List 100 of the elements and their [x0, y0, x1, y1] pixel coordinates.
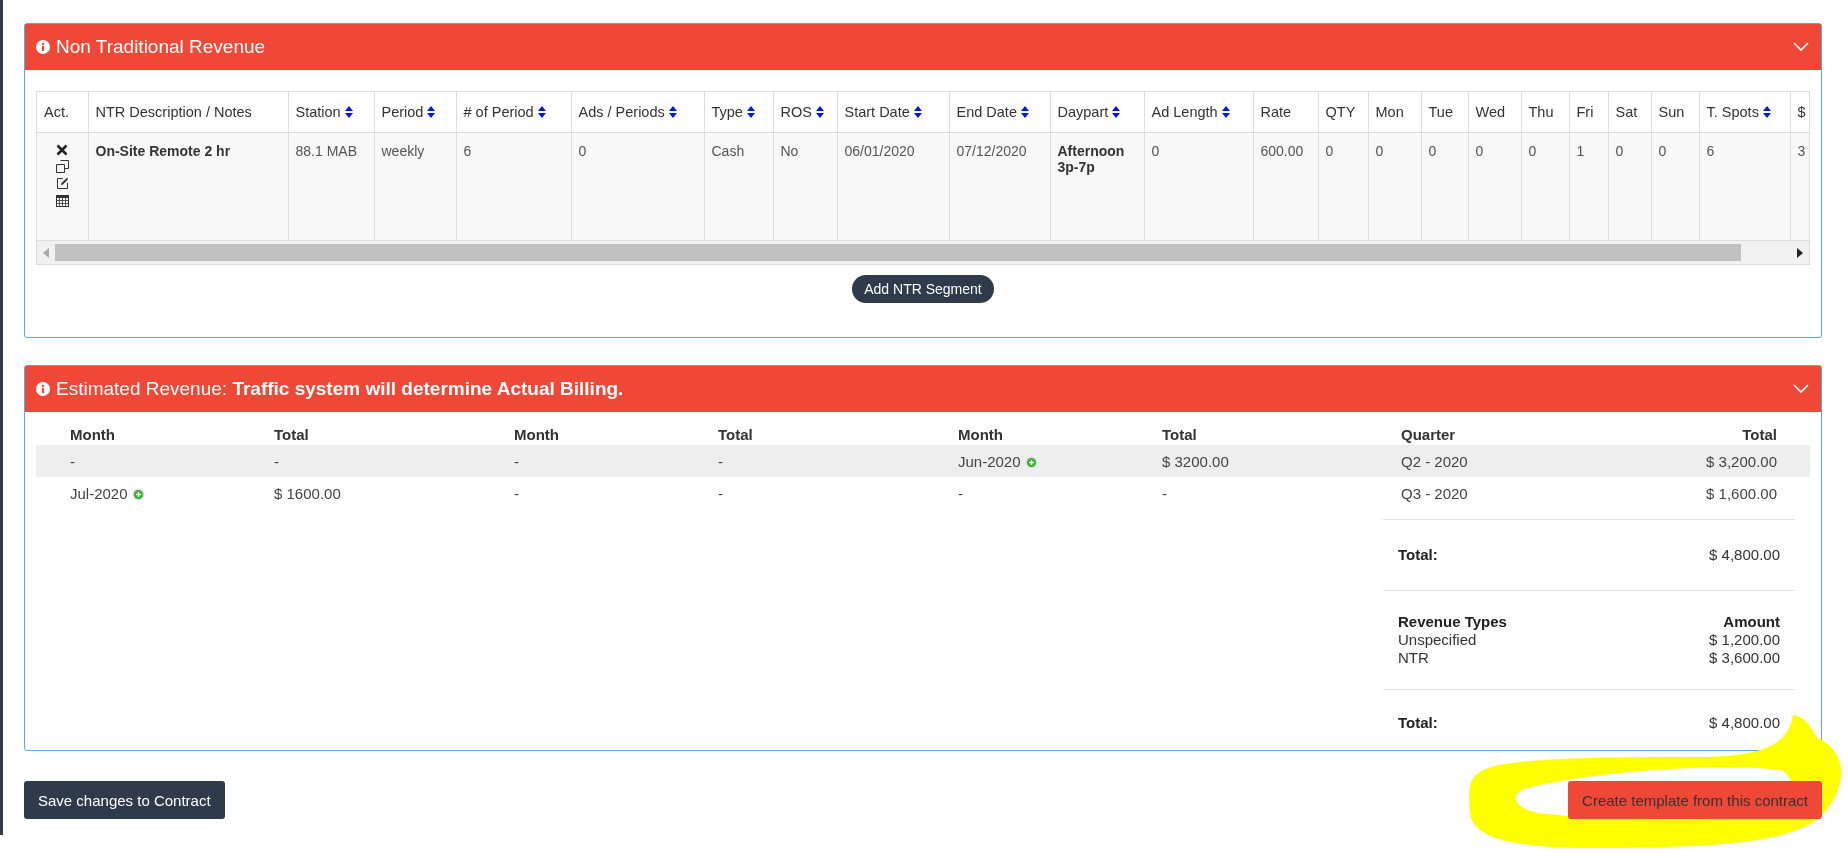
amount-heading: Amount: [1723, 613, 1780, 631]
column-header[interactable]: Period: [374, 92, 456, 133]
table-cell: -: [274, 452, 279, 470]
column-header: Month: [924, 422, 1128, 445]
revenue-type: Unspecified: [1398, 631, 1477, 649]
column-header: Total: [1128, 422, 1367, 445]
table-cell: No: [773, 132, 837, 240]
total-value: $ 4,800.00: [1709, 546, 1780, 564]
add-icon[interactable]: [1024, 455, 1038, 469]
table-cell: $ 3200.00: [1162, 452, 1229, 470]
column-header[interactable]: # of Period: [456, 92, 571, 133]
table-cell: 0: [1651, 132, 1699, 240]
table-cell: Jul-2020: [70, 484, 128, 502]
table-cell: Q2 - 2020: [1401, 452, 1468, 470]
sort-icon: [1762, 106, 1771, 118]
table-cell: -: [718, 452, 723, 470]
panel-header[interactable]: Estimated Revenue: Traffic system will determine Actual Billing.: [25, 366, 1821, 412]
panel-header[interactable]: Non Traditional Revenue: [25, 24, 1821, 70]
column-header: Mon: [1368, 92, 1421, 133]
table-cell: -: [70, 452, 75, 470]
column-header: Total: [684, 422, 924, 445]
copy-icon[interactable]: [55, 160, 69, 173]
column-header: QTY: [1318, 92, 1368, 133]
panel-title: Estimated Revenue: Traffic system will determine Actual Billing.: [56, 378, 625, 400]
table-cell: 6: [1699, 132, 1790, 240]
sort-icon: [668, 106, 677, 118]
column-header[interactable]: ROS: [773, 92, 837, 133]
column-header: Total: [1587, 422, 1810, 445]
revenue-types-heading: Revenue Types: [1398, 613, 1507, 631]
scroll-right-icon[interactable]: [1797, 247, 1803, 258]
column-header[interactable]: Station: [288, 92, 374, 133]
sort-icon: [815, 106, 824, 118]
table-cell: -: [958, 484, 963, 502]
column-header[interactable]: Type: [704, 92, 773, 133]
info-icon: [36, 382, 50, 396]
column-header: Act.: [37, 92, 88, 133]
column-header: Sat: [1608, 92, 1651, 133]
column-header: Month: [480, 422, 684, 445]
column-header: Fri: [1569, 92, 1608, 133]
table-cell: Afternoon 3p-7p: [1050, 132, 1144, 240]
table-cell: 88.1 MAB: [288, 132, 374, 240]
table-cell: -: [514, 484, 519, 502]
table-cell: 0: [571, 132, 704, 240]
horizontal-scrollbar[interactable]: [37, 240, 1809, 264]
column-header: Month: [36, 422, 240, 445]
column-header: Total: [240, 422, 480, 445]
column-header: Quarter: [1367, 422, 1587, 445]
table-cell: 0: [1521, 132, 1569, 240]
column-header[interactable]: Ad Length: [1144, 92, 1253, 133]
table-cell: 0: [1318, 132, 1368, 240]
revenue-amount: $ 1,200.00: [1709, 631, 1780, 649]
sort-icon: [1221, 106, 1230, 118]
table-cell: 07/12/2020: [949, 132, 1050, 240]
sort-icon: [427, 106, 436, 118]
info-icon: [36, 40, 50, 54]
column-header: Wed: [1468, 92, 1521, 133]
scroll-left-icon[interactable]: [43, 247, 49, 258]
column-header: Sun: [1651, 92, 1699, 133]
column-header: Tue: [1421, 92, 1468, 133]
sort-icon: [746, 106, 755, 118]
calendar-icon[interactable]: [55, 194, 69, 207]
table-cell: $ 1,600.00: [1706, 484, 1777, 502]
add-icon[interactable]: [131, 487, 145, 501]
table-cell: 0: [1468, 132, 1521, 240]
panel-title: Non Traditional Revenue: [56, 36, 267, 58]
column-header[interactable]: Start Date: [837, 92, 949, 133]
table-cell: Cash: [704, 132, 773, 240]
column-header[interactable]: Daypart: [1050, 92, 1144, 133]
sort-icon: [537, 106, 546, 118]
column-header: Thu: [1521, 92, 1569, 133]
column-header[interactable]: T. Spots: [1699, 92, 1790, 133]
column-header: NTR Description / Notes: [88, 92, 288, 133]
total-value: $ 4,800.00: [1709, 714, 1780, 732]
sort-icon: [1112, 106, 1121, 118]
table-cell: -: [514, 452, 519, 470]
total-label: Total:: [1398, 714, 1438, 732]
total-label: Total:: [1398, 546, 1438, 564]
table-cell: $ 3,200.00: [1706, 452, 1777, 470]
table-cell: Jun-2020: [958, 452, 1021, 470]
table-cell: 0: [1144, 132, 1253, 240]
sort-icon: [344, 106, 353, 118]
table-cell: 0: [1421, 132, 1468, 240]
table-cell: 06/01/2020: [837, 132, 949, 240]
sort-icon: [913, 106, 922, 118]
column-header[interactable]: End Date: [949, 92, 1050, 133]
chevron-down-icon[interactable]: [1793, 384, 1809, 394]
table-cell: 6: [456, 132, 571, 240]
column-header: Rate: [1253, 92, 1318, 133]
table-cell: -: [718, 484, 723, 502]
table-cell: 0: [1368, 132, 1421, 240]
column-header[interactable]: Ads / Periods: [571, 92, 704, 133]
add-segment-button[interactable]: Add NTR Segment: [852, 275, 994, 303]
chevron-down-icon[interactable]: [1793, 42, 1809, 52]
table-cell: $ 1600.00: [274, 484, 341, 502]
table-cell: 600.00: [1253, 132, 1318, 240]
edit-icon[interactable]: [55, 177, 69, 190]
table-cell: 1: [1569, 132, 1608, 240]
action-button[interactable]: Save changes to Contract: [24, 781, 225, 819]
table-cell: -: [1162, 484, 1167, 502]
delete-icon[interactable]: [56, 144, 69, 156]
